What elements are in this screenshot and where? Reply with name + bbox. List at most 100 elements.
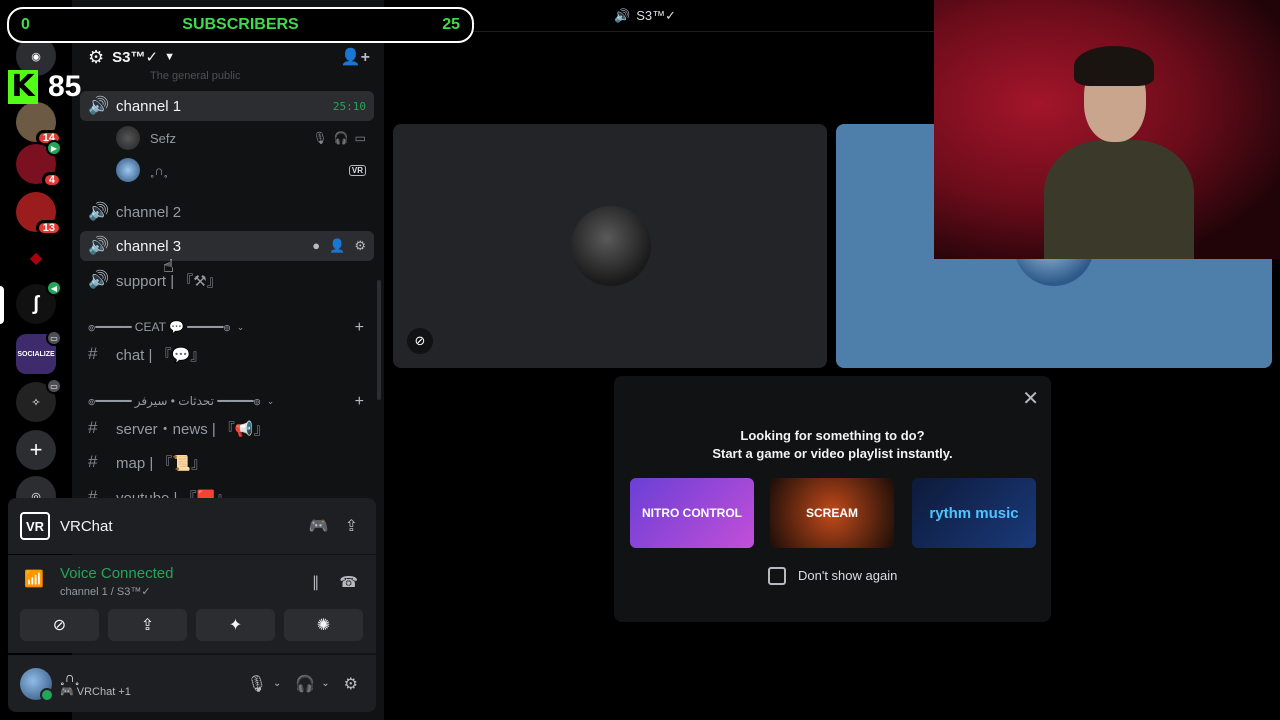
- camera-off-button[interactable]: ⊘: [20, 609, 99, 641]
- chevron-down-icon: ▼: [164, 51, 175, 63]
- mic-muted-icon: 🎙: [312, 131, 328, 145]
- activity-suggestion-popup: ✕ Looking for something to do? Start a g…: [614, 376, 1051, 622]
- chevron-down-icon[interactable]: ⌄: [321, 678, 329, 689]
- voice-channel-3[interactable]: 🔊 channel 3 ● 👤 ⚙: [80, 231, 374, 261]
- stream-icon: ▭: [354, 131, 366, 145]
- screen-icon: ▭: [46, 330, 62, 346]
- speaker-icon: 🔊: [88, 270, 110, 289]
- voice-status[interactable]: Voice Connected: [60, 565, 173, 582]
- user-name[interactable]: ˳∩˳: [60, 669, 131, 685]
- speaker-icon: 🔊: [88, 236, 110, 255]
- activities-button[interactable]: ✦: [196, 609, 275, 641]
- member-name: ˳∩˳: [150, 162, 169, 178]
- server-icon[interactable]: ▶ 4: [16, 140, 62, 188]
- category-header[interactable]: ๏━━━━━ CEAT 💬 ━━━━━๏ ⌄ +: [88, 318, 372, 337]
- dont-show-again-checkbox[interactable]: [768, 567, 786, 585]
- noise-suppression-icon[interactable]: ∥: [312, 573, 320, 591]
- subscribers-label: SUBSCRIBERS: [182, 16, 299, 33]
- disconnect-icon[interactable]: ☎: [339, 573, 358, 591]
- popup-title: Looking for something to do?: [740, 428, 925, 443]
- video-icon: ▶: [46, 140, 62, 156]
- hash-icon: #: [88, 344, 98, 363]
- chat-bubble-icon[interactable]: ●: [312, 238, 320, 254]
- close-icon[interactable]: ✕: [1022, 386, 1039, 411]
- activity-panel: VR VRChat 🎮 ⇪: [8, 498, 376, 554]
- microphone-icon[interactable]: 🎙: [247, 674, 267, 694]
- checkbox-label[interactable]: Don't show again: [798, 568, 897, 583]
- deafened-icon: 🎧: [333, 131, 349, 145]
- text-channel[interactable]: # server・news | 『📢』: [80, 413, 374, 443]
- invite-icon[interactable]: 👤: [329, 238, 345, 254]
- voice-member[interactable]: ˳∩˳ VR: [112, 155, 374, 185]
- hash-icon: #: [88, 487, 98, 498]
- channel-label: server・news | 『📢』: [116, 420, 269, 438]
- headphones-icon[interactable]: 🎧: [295, 674, 315, 694]
- hash-icon: #: [88, 418, 98, 437]
- server-icon[interactable]: 14: [16, 102, 62, 146]
- voice-member[interactable]: Sefz 🎙 🎧 ▭: [112, 123, 374, 153]
- share-screen-button[interactable]: ⇪: [108, 609, 187, 641]
- webcam-overlay: [934, 0, 1280, 259]
- category-hint: The general public: [150, 70, 241, 82]
- speaker-icon: ◀: [46, 280, 62, 296]
- voice-channel-2[interactable]: 🔊 channel 2: [80, 197, 374, 227]
- invite-people-icon[interactable]: 👤+: [341, 47, 370, 67]
- add-server-button[interactable]: +: [16, 430, 56, 470]
- create-channel-icon[interactable]: +: [355, 319, 364, 337]
- vrchat-logo: VR: [20, 512, 50, 540]
- server-icon[interactable]: ʃ ◀: [16, 280, 62, 324]
- text-channel[interactable]: # map | 『📜』: [80, 447, 374, 477]
- activity-card[interactable]: NITRO CONTROL: [630, 478, 754, 548]
- hash-icon: #: [88, 452, 98, 471]
- avatar: [116, 126, 140, 150]
- activity-card[interactable]: rythm music: [912, 478, 1036, 548]
- channel-timer: 25:10: [332, 99, 366, 113]
- server-header[interactable]: ⚙ S3™✓ ▼ 👤+: [72, 42, 384, 72]
- category-label: ๏━━━━━ تحدثات • سيرفر ━━━━━๏: [88, 394, 261, 408]
- kick-logo: K: [8, 70, 38, 104]
- vr-icon: VR: [348, 164, 366, 176]
- server-icon[interactable]: 13: [16, 192, 62, 236]
- chevron-down-icon[interactable]: ⌄: [273, 678, 281, 689]
- subscribers-count: 25: [442, 16, 460, 33]
- category-label: ๏━━━━━ CEAT 💬 ━━━━━๏: [88, 320, 231, 334]
- text-channel[interactable]: # chat | 『💬』: [80, 339, 374, 369]
- activity-card[interactable]: SCREAM: [770, 478, 894, 548]
- signal-icon[interactable]: 📶: [24, 569, 46, 591]
- voice-channel-support[interactable]: 🔊 support | 『⚒』: [80, 265, 374, 295]
- server-icon[interactable]: ✧ ▭: [16, 378, 62, 422]
- create-channel-icon[interactable]: +: [355, 393, 364, 411]
- mouse-cursor: ☝: [163, 256, 174, 276]
- kick-overlay: K 85: [8, 70, 81, 104]
- server-icon[interactable]: SOCIALIZE ▭: [16, 330, 62, 374]
- activity-name: VRChat: [60, 517, 113, 535]
- speaker-icon: 🔊: [88, 96, 110, 115]
- voice-title: S3™✓: [636, 8, 676, 23]
- member-name: Sefz: [150, 130, 177, 146]
- avatar: [116, 158, 140, 182]
- text-channel[interactable]: # youtube | 『🟥』: [80, 481, 374, 498]
- share-screen-icon[interactable]: ⇪: [345, 516, 358, 536]
- sidebar-scrollbar[interactable]: [377, 280, 381, 400]
- subscribers-overlay: 0 SUBSCRIBERS 25: [7, 7, 474, 43]
- deafened-icon: ⊘: [407, 328, 433, 354]
- mention-badge: 13: [35, 220, 62, 236]
- channel-label: channel 1: [116, 97, 182, 115]
- channel-label: chat | 『💬』: [116, 346, 206, 364]
- avatar: [571, 206, 651, 286]
- gamepad-icon[interactable]: 🎮: [309, 516, 329, 536]
- channel-label: channel 2: [116, 203, 182, 221]
- voice-channel-1[interactable]: 🔊 channel 1 25:10: [80, 91, 374, 121]
- chevron-down-icon: ⌄: [266, 396, 275, 406]
- voice-panel: 📶 Voice Connected channel 1 / S3™✓ ∥ ☎ ⊘…: [8, 555, 376, 653]
- category-header[interactable]: ๏━━━━━ تحدثات • سيرفر ━━━━━๏ ⌄ +: [88, 392, 372, 411]
- voice-location[interactable]: channel 1 / S3™✓: [60, 585, 151, 598]
- avatar[interactable]: [20, 667, 54, 702]
- gamepad-icon: 🎮: [60, 686, 74, 698]
- soundboard-button[interactable]: ✺: [284, 609, 363, 641]
- gear-icon[interactable]: ⚙: [344, 674, 358, 694]
- server-icon[interactable]: ◆: [16, 238, 56, 278]
- gear-icon[interactable]: ⚙: [354, 238, 366, 254]
- participant-tile[interactable]: ⊘: [393, 124, 827, 368]
- kick-count: 85: [48, 70, 82, 103]
